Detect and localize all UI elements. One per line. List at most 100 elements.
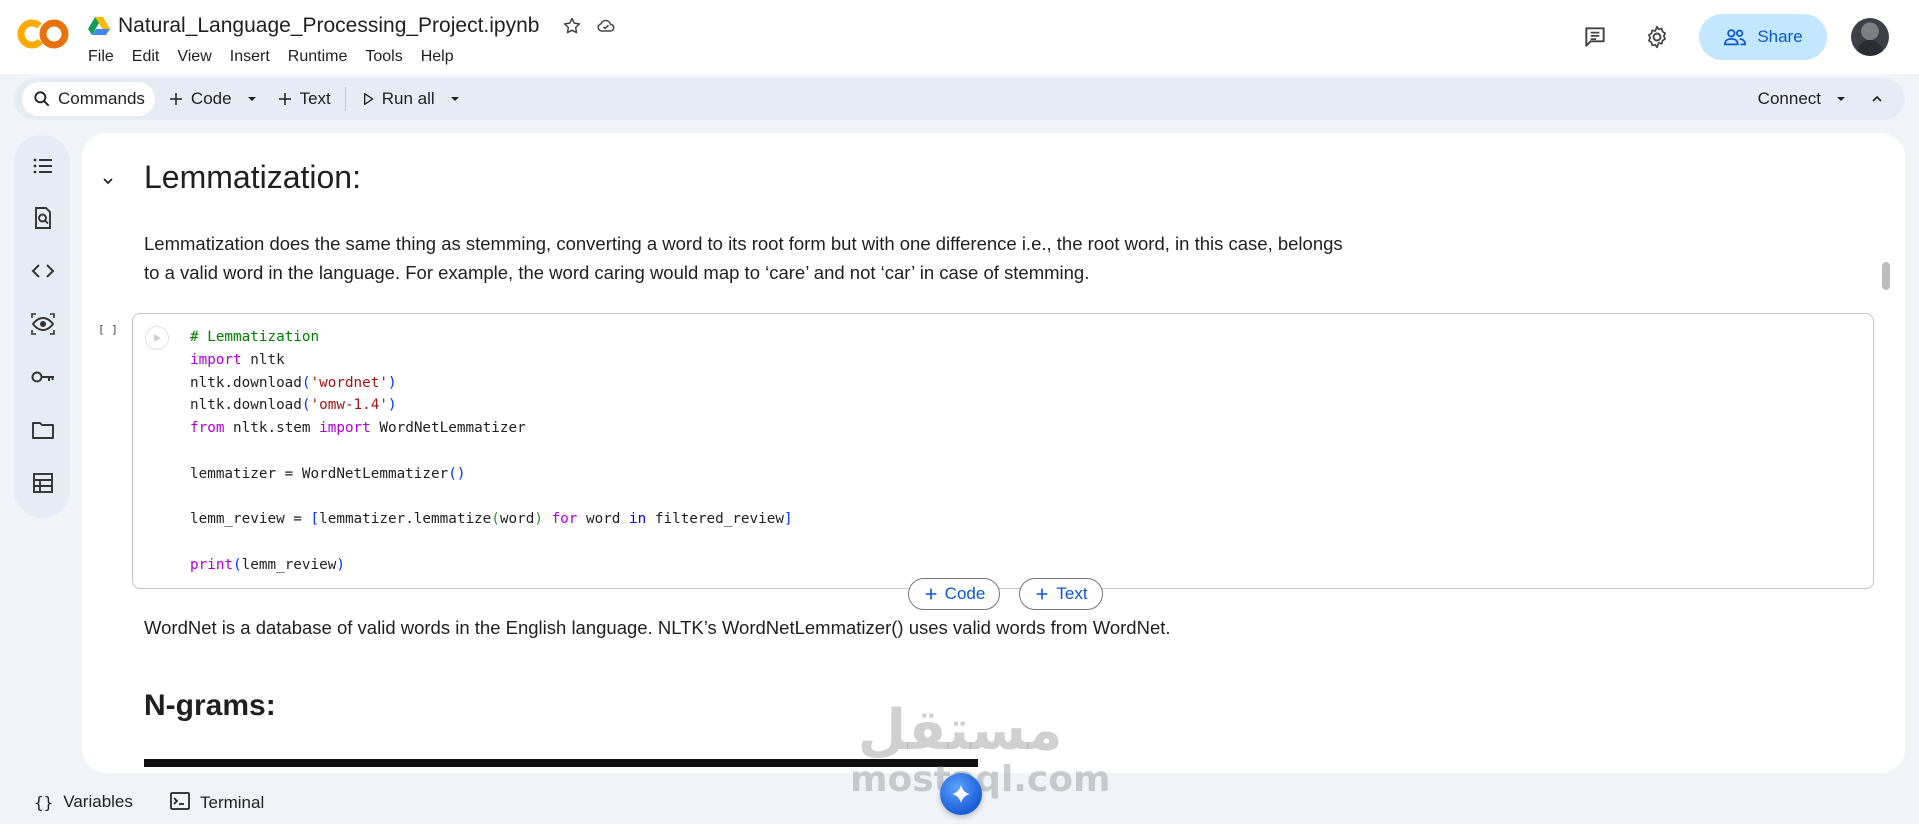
- run-all-label: Run all: [381, 89, 435, 108]
- code-token: ): [387, 397, 397, 414]
- code-token: import: [190, 351, 242, 368]
- code-line: nltk.download('omw-1.4'): [190, 394, 793, 417]
- code-options-chevron-down-icon[interactable]: [246, 93, 258, 105]
- colab-logo[interactable]: [16, 14, 72, 54]
- code-token: lemm_review: [241, 556, 337, 573]
- key-icon[interactable]: [30, 364, 56, 390]
- code-snippets-icon[interactable]: [30, 258, 56, 284]
- code-editor[interactable]: # Lemmatization import nltk nltk.download(…: [190, 326, 793, 577]
- terminal-button[interactable]: Terminal: [170, 792, 264, 814]
- plus-icon: [1037, 588, 1048, 600]
- menu-edit[interactable]: Edit: [132, 48, 160, 66]
- code-token: in: [629, 511, 647, 528]
- insert-code-cell-button[interactable]: Code: [908, 578, 1000, 610]
- menu-runtime[interactable]: Runtime: [288, 48, 348, 66]
- code-token: for: [551, 511, 578, 528]
- code-token: ): [336, 556, 345, 573]
- plus-icon: [278, 93, 291, 105]
- add-code-label: Code: [190, 89, 232, 108]
- comments-icon[interactable]: [1575, 17, 1615, 57]
- header-actions: Share: [1575, 14, 1889, 60]
- people-icon: [1724, 29, 1747, 46]
- menu-file[interactable]: File: [88, 48, 114, 66]
- share-button[interactable]: Share: [1699, 14, 1827, 60]
- google-drive-icon: [88, 16, 110, 36]
- run-cell-play-icon[interactable]: [145, 326, 169, 350]
- commands-label: Commands: [58, 89, 145, 108]
- cloud-saved-icon[interactable]: [595, 15, 617, 37]
- menu-bar: File Edit View Insert Runtime Tools Help: [88, 48, 472, 66]
- code-token: 'omw-1.4': [310, 397, 388, 414]
- code-line: nltk.download('wordnet'): [190, 372, 793, 395]
- code-token: ): [387, 374, 397, 391]
- left-sidebar-rail: [14, 135, 70, 518]
- play-icon: [363, 93, 374, 105]
- user-avatar[interactable]: [1851, 18, 1889, 56]
- menu-insert[interactable]: Insert: [230, 48, 270, 66]
- data-table-icon[interactable]: [30, 470, 56, 496]
- notebook-title[interactable]: Natural_Language_Processing_Project.ipyn…: [118, 14, 539, 38]
- code-token: ]: [783, 511, 793, 528]
- settings-gear-icon[interactable]: [1637, 17, 1677, 57]
- code-token: ): [534, 511, 543, 528]
- code-token: [: [310, 511, 320, 528]
- code-token: 'wordnet': [310, 374, 388, 391]
- title-row: Natural_Language_Processing_Project.ipyn…: [88, 12, 629, 40]
- code-cell[interactable]: # Lemmatization import nltk nltk.download(…: [132, 313, 1874, 589]
- code-line: lemm_review = [lemmatizer.lemmatize(word…: [190, 508, 793, 531]
- menu-tools[interactable]: Tools: [365, 48, 402, 66]
- run-all-button[interactable]: Run all: [360, 89, 435, 109]
- insert-code-label: Code: [944, 584, 986, 603]
- code-token: lemmatizer = WordNetLemmatizer: [190, 465, 449, 482]
- commands-button[interactable]: Commands: [22, 82, 155, 116]
- add-code-button[interactable]: Code: [167, 89, 232, 109]
- add-text-button[interactable]: Text: [276, 89, 331, 109]
- secrets-eye-icon[interactable]: [30, 311, 56, 337]
- code-token: nltk.stem: [224, 420, 320, 437]
- gemini-sparkle-icon[interactable]: [940, 773, 982, 815]
- code-token: (: [233, 556, 242, 573]
- terminal-label: Terminal: [200, 793, 265, 812]
- menu-help[interactable]: Help: [421, 48, 454, 66]
- share-label: Share: [1757, 27, 1803, 46]
- run-options-chevron-down-icon[interactable]: [449, 93, 461, 105]
- insert-text-cell-button[interactable]: Text: [1019, 578, 1103, 610]
- section-collapse-chevron-icon[interactable]: [96, 169, 120, 193]
- code-line: from nltk.stem import WordNetLemmatizer: [190, 417, 793, 440]
- braces-icon: {}: [34, 792, 54, 812]
- star-icon[interactable]: [561, 15, 583, 37]
- code-token: # Lemmatization: [190, 329, 320, 345]
- section-heading-ngrams: N-grams:: [144, 689, 276, 722]
- collapse-header-chevron-up-icon[interactable]: [1869, 91, 1885, 107]
- menu-view[interactable]: View: [177, 48, 211, 66]
- notebook-scrollbar-thumb[interactable]: [1882, 262, 1890, 290]
- code-token: nltk: [241, 351, 285, 368]
- section-heading-lemmatization: Lemmatization:: [144, 159, 361, 195]
- cell-execution-count: [ ]: [98, 323, 118, 336]
- table-of-contents-icon[interactable]: [30, 153, 56, 179]
- notebook-main-panel: Lemmatization: Lemmatization does the sa…: [82, 133, 1905, 773]
- plus-icon: [925, 588, 937, 600]
- find-replace-icon[interactable]: [30, 205, 56, 231]
- connect-options-chevron-down-icon[interactable]: [1835, 93, 1847, 105]
- toolbar-divider: [344, 87, 346, 111]
- search-icon: [34, 91, 50, 107]
- code-token: from: [190, 420, 225, 437]
- code-token: word: [499, 511, 535, 528]
- connect-button[interactable]: Connect: [1758, 89, 1821, 109]
- code-token: word: [577, 511, 630, 528]
- app-header: Natural_Language_Processing_Project.ipyn…: [0, 0, 1919, 74]
- code-token: (: [491, 511, 500, 528]
- plus-icon: [169, 93, 182, 105]
- variables-button[interactable]: {} Variables: [34, 792, 133, 812]
- lemmatization-description: Lemmatization does the same thing as ste…: [144, 233, 1343, 283]
- code-line: lemmatizer = WordNetLemmatizer(): [190, 463, 793, 486]
- code-token: import: [319, 420, 371, 437]
- files-folder-icon[interactable]: [30, 417, 56, 443]
- code-token: (: [301, 374, 311, 391]
- insert-text-label: Text: [1056, 584, 1088, 603]
- code-token: print: [190, 556, 234, 573]
